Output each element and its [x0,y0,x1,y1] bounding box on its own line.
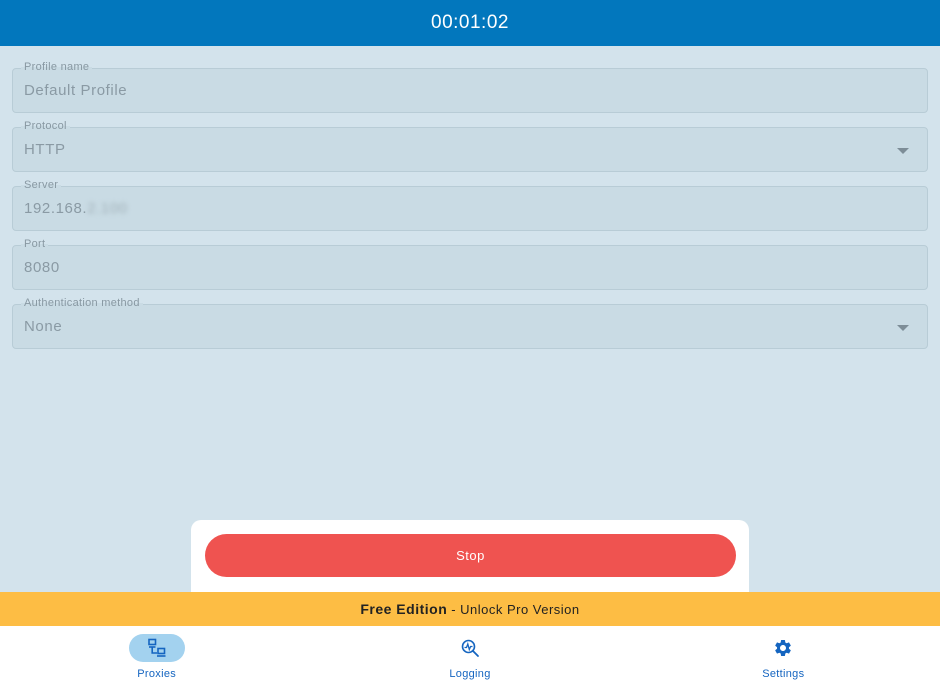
analytics-search-icon [461,639,479,657]
network-icon [147,638,166,657]
promo-separator: - [451,601,457,617]
server-value-visible: 192.168. [24,200,88,217]
auth-method-select[interactable]: Authentication method None [12,297,928,349]
server-value: 192.168.2.100 [24,200,128,217]
profile-name-value: Default Profile [24,82,128,99]
promo-banner[interactable]: Free Edition - Unlock Pro Version [0,592,940,626]
port-value: 8080 [24,259,60,276]
nav-indicator [128,634,185,662]
edition-label: Free Edition [360,601,448,617]
nav-icon-container [442,634,498,662]
stop-button[interactable]: Stop [205,534,736,577]
nav-item-proxies[interactable]: Proxies [0,626,313,684]
action-sheet: Stop [191,520,749,592]
nav-icon-container [755,634,811,662]
dropdown-arrow-icon[interactable] [897,148,909,154]
auth-method-label: Authentication method [21,297,143,309]
server-value-redacted: 2.100 [87,200,128,217]
port-label: Port [21,238,49,250]
nav-label-logging: Logging [449,668,491,680]
server-label: Server [21,179,62,191]
top-bar: 00:01:02 [0,0,940,46]
protocol-select[interactable]: Protocol HTTP [12,120,928,172]
protocol-value: HTTP [24,141,66,158]
protocol-label: Protocol [21,120,70,132]
connection-timer: 00:01:02 [431,12,509,33]
proxy-form: Profile name Default Profile Protocol HT… [12,61,928,363]
dropdown-arrow-icon[interactable] [897,325,909,331]
nav-item-logging[interactable]: Logging [313,626,626,684]
profile-name-field[interactable]: Profile name Default Profile [12,61,928,113]
profile-name-label: Profile name [21,61,93,73]
port-field[interactable]: Port 8080 [12,238,928,290]
nav-item-settings[interactable]: Settings [627,626,940,684]
gear-icon [775,640,792,656]
unlock-pro-link[interactable]: Unlock Pro Version [460,602,580,617]
auth-method-value: None [24,318,63,335]
nav-label-proxies: Proxies [137,668,177,680]
nav-label-settings: Settings [762,668,805,680]
server-field[interactable]: Server 192.168.2.100 [12,179,928,231]
bottom-navigation: Proxies Logging Settings [0,626,940,684]
